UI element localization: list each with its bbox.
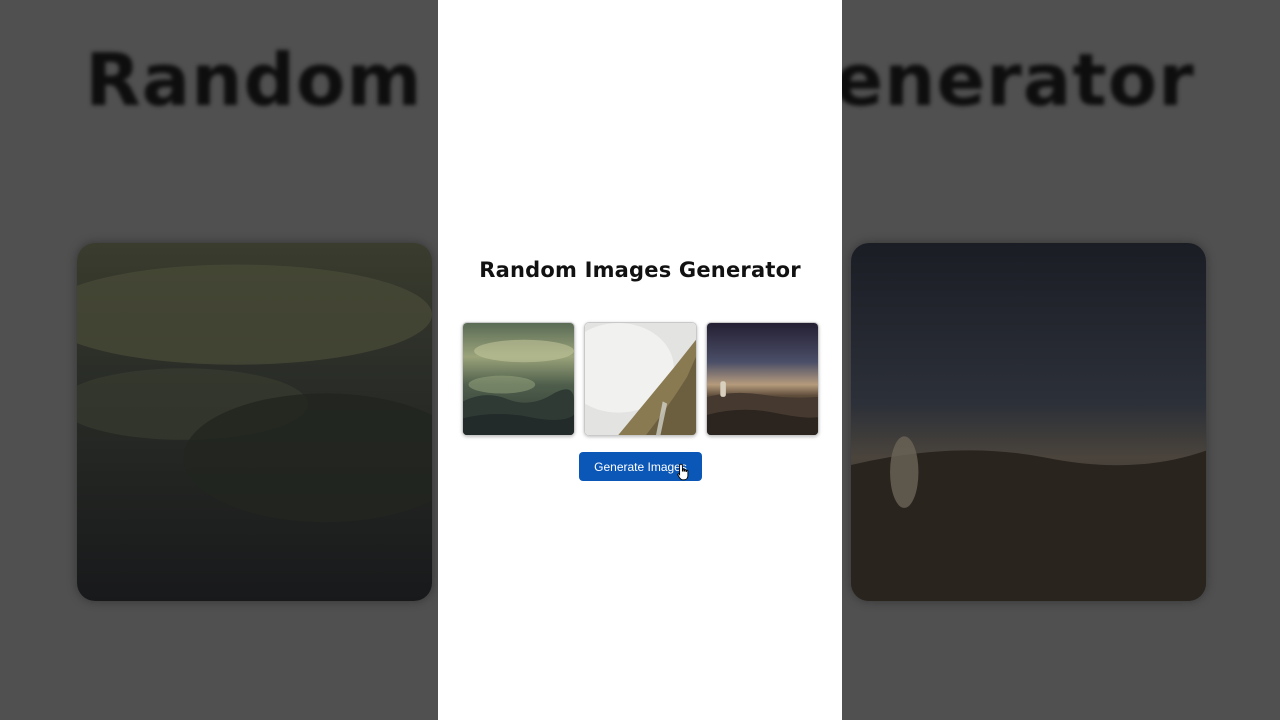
backdrop-image-forest (77, 243, 432, 601)
hand-pointer-icon (677, 463, 689, 481)
night-sky-cliff-image (706, 322, 819, 436)
image-grid (462, 322, 819, 436)
app-panel: Random Images Generator Generate Images (438, 0, 842, 720)
backdrop-image-night-cliff (851, 243, 1206, 601)
misty-forest-image (462, 322, 575, 436)
foggy-mountain-slope-image (584, 322, 697, 436)
page-title: Random Images Generator (479, 258, 801, 282)
